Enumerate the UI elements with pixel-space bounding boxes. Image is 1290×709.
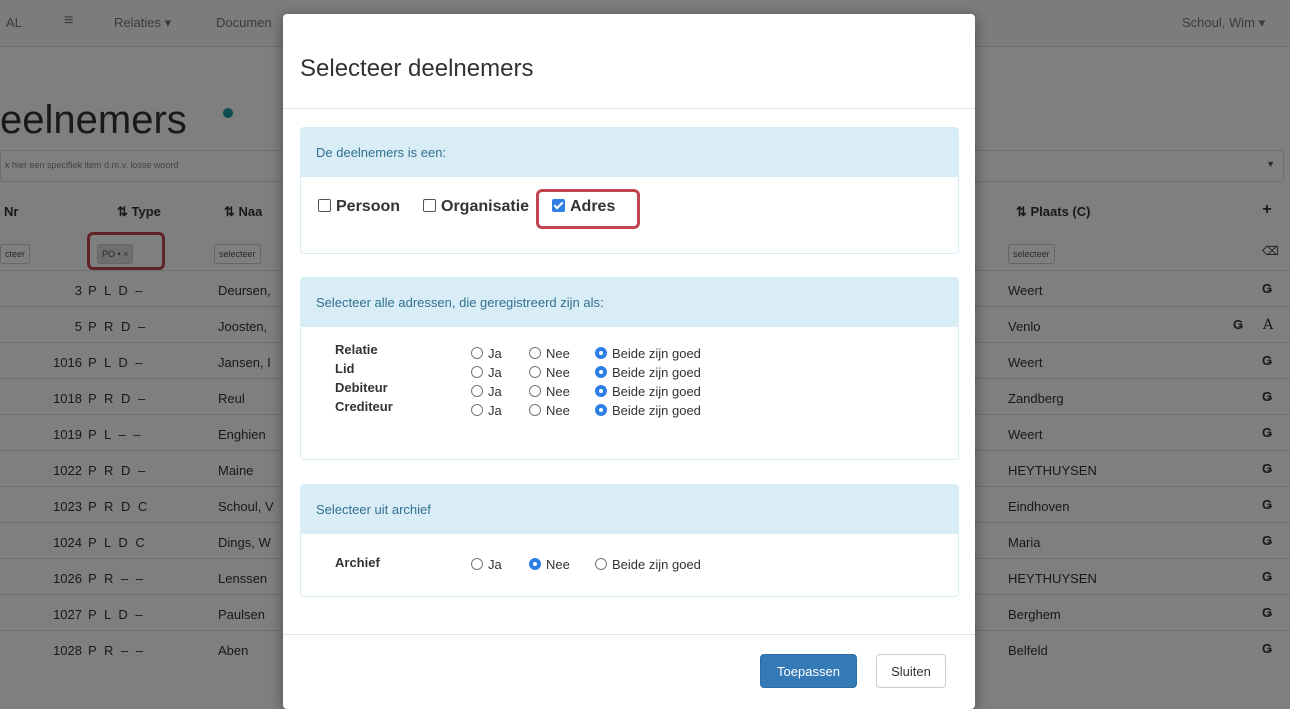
radio-option[interactable]: Beide zijn goed xyxy=(595,346,701,361)
select-participants-modal: Selecteer deelnemers De deelnemers is ee… xyxy=(283,14,975,709)
archive-label: Archief xyxy=(335,555,380,570)
radio-option[interactable]: Beide zijn goed xyxy=(595,403,701,418)
archive-panel: Selecteer uit archief Archief Ja Nee Beide… xyxy=(300,484,959,597)
radio-label: Beide zijn goed xyxy=(612,557,701,572)
radio-label: Ja xyxy=(488,346,502,361)
radio-label: Beide zijn goed xyxy=(612,365,701,380)
radio-unselected[interactable] xyxy=(529,385,541,397)
radio-option[interactable]: Nee xyxy=(529,384,570,399)
radio-selected[interactable] xyxy=(595,347,607,359)
modal-header-divider xyxy=(283,108,975,109)
radio-option[interactable]: Ja xyxy=(471,384,502,399)
radio-unselected[interactable] xyxy=(529,366,541,378)
radio-label: Ja xyxy=(488,365,502,380)
radio-option[interactable]: Ja xyxy=(471,365,502,380)
registration-panel: Selecteer alle adressen, die geregistree… xyxy=(300,277,959,460)
adres-highlight xyxy=(536,189,640,229)
radio-option[interactable]: Ja xyxy=(471,346,502,361)
checkbox-label: Persoon xyxy=(336,198,401,215)
archive-radio-option[interactable]: Nee xyxy=(529,557,570,572)
archive-radio-option[interactable]: Ja xyxy=(471,557,502,572)
registration-label: Crediteur xyxy=(335,399,393,414)
radio-label: Beide zijn goed xyxy=(612,403,701,418)
radio-option[interactable]: Nee xyxy=(529,365,570,380)
radio-label: Nee xyxy=(546,365,570,380)
archive-radio-option[interactable]: Beide zijn goed xyxy=(595,557,701,572)
close-button[interactable]: Sluiten xyxy=(876,654,946,688)
radio-option[interactable]: Nee xyxy=(529,403,570,418)
panel-heading: Selecteer uit archief xyxy=(301,485,958,534)
radio-selected[interactable] xyxy=(595,366,607,378)
radio-option[interactable]: Ja xyxy=(471,403,502,418)
radio-option[interactable]: Nee xyxy=(529,346,570,361)
radio-option[interactable]: Beide zijn goed xyxy=(595,384,701,399)
radio-label: Beide zijn goed xyxy=(612,346,701,361)
radio-unselected[interactable] xyxy=(529,347,541,359)
radio-unselected[interactable] xyxy=(595,558,607,570)
participant-type-panel: De deelnemers is een: Persoon Organisati… xyxy=(300,127,959,254)
radio-label: Beide zijn goed xyxy=(612,384,701,399)
checkbox-persoon[interactable]: Persoon xyxy=(318,198,400,216)
radio-label: Ja xyxy=(488,557,502,572)
radio-unselected[interactable] xyxy=(471,385,483,397)
modal-footer-divider xyxy=(283,634,975,635)
panel-heading: De deelnemers is een: xyxy=(301,128,958,177)
radio-label: Ja xyxy=(488,403,502,418)
radio-selected[interactable] xyxy=(595,404,607,416)
modal-title: Selecteer deelnemers xyxy=(300,55,534,82)
checkbox-box[interactable] xyxy=(423,199,436,212)
radio-unselected[interactable] xyxy=(471,558,483,570)
radio-label: Nee xyxy=(546,346,570,361)
radio-label: Nee xyxy=(546,557,570,572)
radio-unselected[interactable] xyxy=(471,404,483,416)
radio-label: Nee xyxy=(546,403,570,418)
radio-option[interactable]: Beide zijn goed xyxy=(595,365,701,380)
checkbox-box[interactable] xyxy=(318,199,331,212)
registration-label: Relatie xyxy=(335,342,378,357)
checkbox-organisatie[interactable]: Organisatie xyxy=(423,198,529,216)
registration-label: Debiteur xyxy=(335,380,388,395)
panel-heading: Selecteer alle adressen, die geregistree… xyxy=(301,278,958,327)
registration-label: Lid xyxy=(335,361,355,376)
apply-button[interactable]: Toepassen xyxy=(760,654,857,688)
radio-selected[interactable] xyxy=(529,558,541,570)
checkbox-label: Organisatie xyxy=(441,198,530,215)
radio-label: Ja xyxy=(488,384,502,399)
radio-selected[interactable] xyxy=(595,385,607,397)
radio-unselected[interactable] xyxy=(471,347,483,359)
radio-label: Nee xyxy=(546,384,570,399)
radio-unselected[interactable] xyxy=(529,404,541,416)
radio-unselected[interactable] xyxy=(471,366,483,378)
